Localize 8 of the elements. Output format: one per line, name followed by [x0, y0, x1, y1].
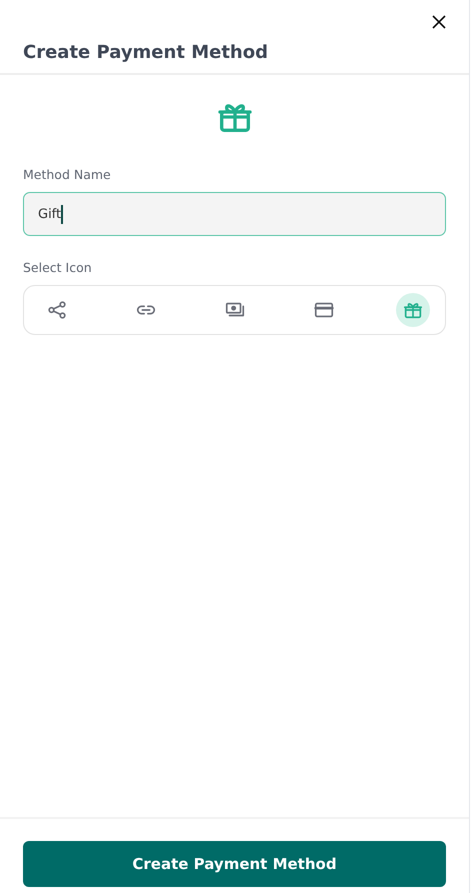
input-field[interactable]: Gift — [23, 192, 446, 236]
icon-option[interactable] — [396, 293, 430, 327]
close-icon — [431, 14, 447, 30]
dialog-title: Create Payment Method — [23, 42, 269, 63]
share-icon — [46, 299, 68, 321]
create-button[interactable]: Create Payment Method — [23, 841, 446, 887]
field-label: Method Name — [23, 167, 112, 182]
field-label: Select Icon — [23, 260, 93, 275]
